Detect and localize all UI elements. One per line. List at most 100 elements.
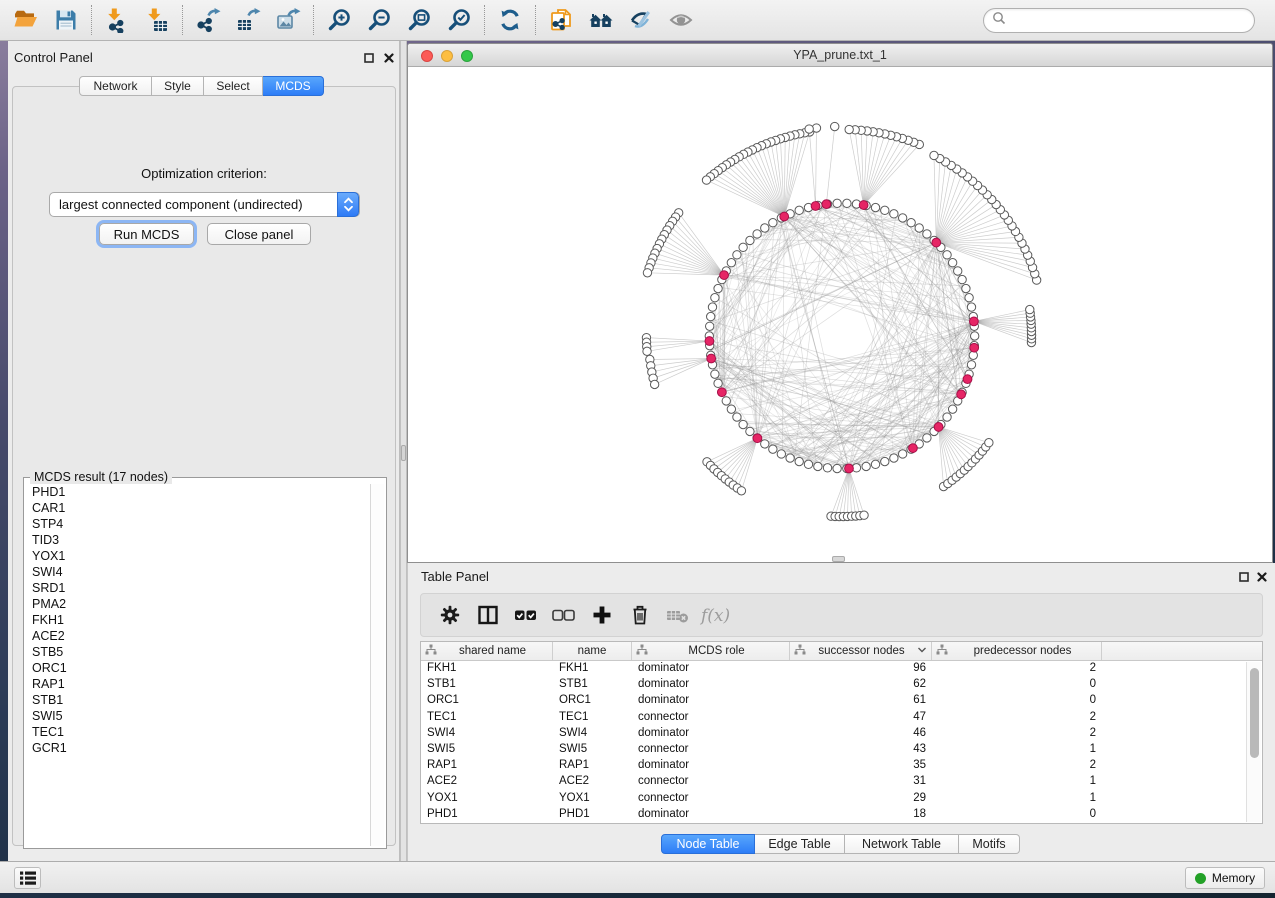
tab-node-table[interactable]: Node Table [661, 834, 755, 854]
horizontal-splitter-grip[interactable] [832, 556, 845, 562]
memory-button[interactable]: Memory [1185, 867, 1265, 889]
mcds-result-item[interactable]: YOX1 [26, 548, 370, 564]
node-table: shared namenameMCDS role successor nodes p… [420, 641, 1263, 824]
vertical-splitter[interactable] [400, 41, 407, 861]
select-all-icon[interactable] [507, 597, 545, 633]
network-home-icon[interactable] [581, 3, 621, 37]
column-type-icon [425, 644, 437, 659]
add-column-icon[interactable] [583, 597, 621, 633]
column-header-successor-nodes[interactable]: successor nodes [790, 642, 932, 660]
column-header-predecessor-nodes[interactable]: predecessor nodes [932, 642, 1102, 660]
cell-shared-name: ACE2 [421, 774, 553, 790]
network-graph[interactable] [409, 67, 1271, 562]
export-network-icon[interactable] [188, 3, 228, 37]
export-image-icon[interactable] [268, 3, 308, 37]
tab-network-table[interactable]: Network Table [845, 834, 959, 854]
task-history-button[interactable] [14, 867, 41, 889]
table-scrollbar[interactable] [1246, 662, 1261, 822]
tab-mcds[interactable]: MCDS [263, 76, 324, 96]
mcds-result-item[interactable]: PMA2 [26, 596, 370, 612]
tab-style[interactable]: Style [152, 76, 204, 96]
mcds-result-item[interactable]: RAP1 [26, 676, 370, 692]
float-panel-icon[interactable] [362, 51, 375, 64]
table-row[interactable]: FKH1FKH1dominator962 [421, 661, 1262, 677]
vizmapper-icon[interactable] [621, 3, 661, 37]
search-input[interactable] [1006, 14, 1246, 28]
table-row[interactable]: ORC1ORC1dominator610 [421, 693, 1262, 709]
delete-column-icon[interactable] [621, 597, 659, 633]
table-row[interactable]: PHD1PHD1dominator180 [421, 807, 1262, 823]
mcds-result-list[interactable]: PHD1CAR1STP4TID3YOX1SWI4SRD1PMA2FKH1ACE2… [26, 484, 370, 846]
window-close-icon[interactable] [421, 50, 433, 62]
cell-name: ACE2 [553, 774, 632, 790]
mcds-result-item[interactable]: ORC1 [26, 660, 370, 676]
mcds-result-item[interactable]: ACE2 [26, 628, 370, 644]
float-table-panel-icon[interactable] [1237, 570, 1250, 583]
import-table-icon[interactable] [137, 3, 177, 37]
tab-network[interactable]: Network [79, 76, 152, 96]
mcds-result-item[interactable]: CAR1 [26, 500, 370, 516]
tab-edge-table[interactable]: Edge Table [755, 834, 845, 854]
cell-shared-name: SWI5 [421, 742, 553, 758]
mcds-result-item[interactable]: SWI5 [26, 708, 370, 724]
table-row[interactable]: TEC1TEC1connector472 [421, 710, 1262, 726]
mcds-result-item[interactable]: PHD1 [26, 484, 370, 500]
optimization-criterion-select[interactable]: largest connected component (undirected) [49, 192, 360, 217]
window-minimize-icon[interactable] [441, 50, 453, 62]
import-network-icon[interactable] [97, 3, 137, 37]
mcds-result-item[interactable]: SRD1 [26, 580, 370, 596]
network-canvas[interactable] [409, 67, 1271, 562]
cell-successor-nodes: 43 [790, 742, 932, 758]
mcds-result-item[interactable]: TID3 [26, 532, 370, 548]
cell-name: SWI4 [553, 726, 632, 742]
column-header-shared-name[interactable]: shared name [421, 642, 553, 660]
zoom-in-icon[interactable] [319, 3, 359, 37]
close-table-panel-icon[interactable] [1255, 570, 1268, 583]
splitter-grip[interactable] [401, 445, 406, 461]
table-row[interactable]: ACE2ACE2connector311 [421, 774, 1262, 790]
toolbar-separator [313, 5, 314, 35]
column-label: successor nodes [806, 645, 917, 657]
search-box[interactable] [983, 8, 1255, 33]
network-window-titlebar[interactable]: YPA_prune.txt_1 [408, 44, 1272, 67]
table-row[interactable]: STB1STB1dominator620 [421, 677, 1262, 693]
table-row[interactable]: YOX1YOX1connector291 [421, 791, 1262, 807]
export-table-icon[interactable] [228, 3, 268, 37]
mcds-result-item[interactable]: FKH1 [26, 612, 370, 628]
mcds-result-item[interactable]: STB1 [26, 692, 370, 708]
mcds-result-item[interactable]: STB5 [26, 644, 370, 660]
table-row[interactable]: SWI4SWI4dominator462 [421, 726, 1262, 742]
window-zoom-icon[interactable] [461, 50, 473, 62]
mcds-result-item[interactable]: SWI4 [26, 564, 370, 580]
open-file-icon[interactable] [6, 3, 46, 37]
column-type-icon [636, 644, 648, 659]
column-header-MCDS-role[interactable]: MCDS role [632, 642, 790, 660]
mcds-result-item[interactable]: TEC1 [26, 724, 370, 740]
close-panel-button[interactable]: Close panel [207, 223, 311, 245]
table-scrollbar-thumb[interactable] [1250, 668, 1259, 758]
column-type-icon [936, 644, 948, 659]
cell-MCDS-role: dominator [632, 693, 790, 709]
save-session-icon[interactable] [46, 3, 86, 37]
zoom-out-icon[interactable] [359, 3, 399, 37]
share-document-icon[interactable] [541, 3, 581, 37]
refresh-icon[interactable] [490, 3, 530, 37]
close-panel-icon[interactable] [382, 51, 395, 64]
tab-motifs[interactable]: Motifs [959, 834, 1020, 854]
mcds-result-item[interactable]: STP4 [26, 516, 370, 532]
mcds-result-scrollbar[interactable] [370, 484, 384, 846]
deselect-all-icon[interactable] [545, 597, 583, 633]
settings-gear-icon[interactable] [431, 597, 469, 633]
mcds-result-item[interactable]: GCR1 [26, 740, 370, 756]
column-layout-icon[interactable] [469, 597, 507, 633]
cell-MCDS-role: connector [632, 791, 790, 807]
zoom-selected-icon[interactable] [439, 3, 479, 37]
table-row[interactable]: SWI5SWI5connector431 [421, 742, 1262, 758]
zoom-fit-icon[interactable] [399, 3, 439, 37]
cell-MCDS-role: dominator [632, 677, 790, 693]
tab-select[interactable]: Select [204, 76, 263, 96]
table-row[interactable]: RAP1RAP1dominator352 [421, 758, 1262, 774]
run-mcds-button[interactable]: Run MCDS [99, 223, 194, 245]
column-label: predecessor nodes [948, 645, 1097, 657]
column-header-name[interactable]: name [553, 642, 632, 660]
